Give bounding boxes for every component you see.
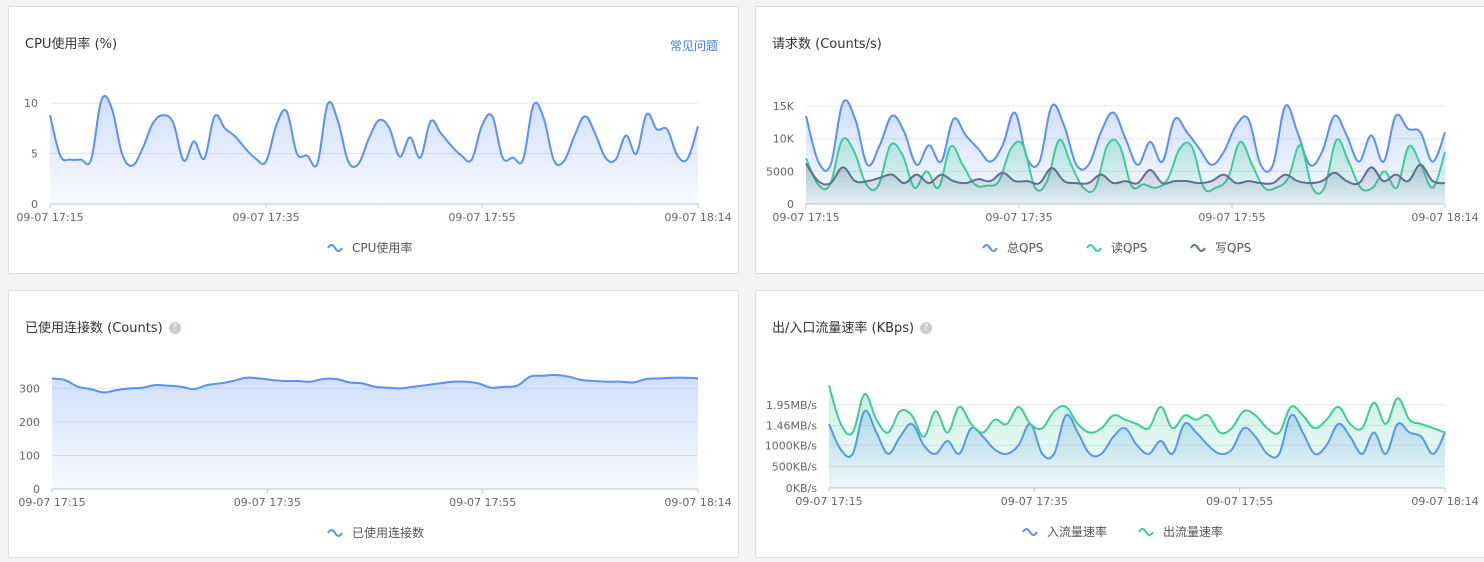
y-tick-label: 1.46MB/s <box>766 420 817 433</box>
x-tick-label: 09-07 17:35 <box>234 496 301 509</box>
y-tick-label: 0 <box>787 198 794 211</box>
y-tick-label: 10K <box>773 133 795 146</box>
legend-label: 读QPS <box>1111 241 1147 255</box>
legend-label: CPU使用率 <box>352 240 412 255</box>
legend-swatch-icon <box>1022 528 1038 536</box>
x-tick-label: 09-07 17:15 <box>18 496 85 509</box>
x-tick-label: 09-07 17:55 <box>448 211 515 224</box>
x-tick-label: 09-07 17:35 <box>232 211 299 224</box>
traffic-chart: 0KB/s 500KB/s 1000KB/s 1.46MB/s 1.95MB/s 09-0… <box>765 385 1479 539</box>
connections-panel: 已使用连接数 (Counts)? 0 100 200 300 09-07 17:15 09… <box>8 290 739 558</box>
x-tick-label: 09-07 17:35 <box>985 211 1052 224</box>
legend-swatch-icon <box>982 244 998 252</box>
y-tick-label: 0 <box>31 198 38 211</box>
legend-label: 入流量速率 <box>1047 524 1107 539</box>
legend-swatch-icon <box>327 244 343 252</box>
cpu-usage-chart: 0 5 10 09-07 17:15 09-07 17:35 09-07 17:55 09-… <box>16 95 732 255</box>
y-tick-label: 15K <box>773 100 795 113</box>
x-tick-label: 09-07 18:14 <box>1411 495 1478 508</box>
legend-label: 已使用连接数 <box>352 525 424 540</box>
legend-swatch-icon <box>1190 244 1206 252</box>
legend-label: 写QPS <box>1215 241 1251 255</box>
connections-chart: 0 100 200 300 09-07 17:15 09-07 17:35 09-07 17… <box>18 373 732 540</box>
y-tick-label: 300 <box>19 382 40 395</box>
x-tick-label: 09-07 17:35 <box>1001 495 1068 508</box>
traffic-panel: 出/入口流量速率 (KBps)? 0KB/s 500KB/s 1000KB/s 1.4… <box>755 290 1484 558</box>
x-tick-label: 09-07 17:55 <box>1198 211 1265 224</box>
x-tick-label: 09-07 17:55 <box>449 496 516 509</box>
legend-item: 读QPS <box>1086 241 1147 255</box>
x-tick-label: 09-07 17:55 <box>1206 495 1273 508</box>
cpu-usage-panel: CPU使用率 (%) 常见问题 0 5 10 09-07 17:15 09-07 17:… <box>8 6 739 274</box>
request-count-chart: 0 5000 10K 15K 09-07 17:15 09-07 17:35 09-07 1… <box>766 99 1479 255</box>
x-tick-label: 09-07 18:14 <box>1411 211 1478 224</box>
y-tick-label: 5000 <box>766 165 794 178</box>
x-tick-label: 09-07 18:14 <box>664 211 731 224</box>
legend-item: 出流量速率 <box>1138 524 1223 539</box>
x-tick-label: 09-07 17:15 <box>772 211 839 224</box>
y-tick-label: 0 <box>33 483 40 496</box>
x-tick-label: 09-07 17:15 <box>795 495 862 508</box>
legend-swatch-icon <box>1138 528 1154 536</box>
request-count-panel: 请求数 (Counts/s) 0 5000 10K 15K 09-07 17:15 09-… <box>755 6 1484 274</box>
x-tick-label: 09-07 18:14 <box>664 496 731 509</box>
y-tick-label: 10 <box>24 97 38 110</box>
legend-item: 入流量速率 <box>1022 524 1107 539</box>
x-tick-label: 09-07 17:15 <box>16 211 83 224</box>
y-tick-label: 200 <box>19 416 40 429</box>
y-tick-label: 1.95MB/s <box>766 399 817 412</box>
y-tick-label: 0KB/s <box>786 482 817 495</box>
legend-label: 总QPS <box>1007 241 1043 255</box>
y-tick-label: 1000KB/s <box>765 439 817 452</box>
y-tick-label: 100 <box>19 449 40 462</box>
y-tick-label: 5 <box>31 148 38 161</box>
legend-swatch-icon <box>327 529 343 537</box>
series-area <box>52 374 698 489</box>
legend-label: 出流量速率 <box>1163 524 1223 539</box>
legend-swatch-icon <box>1086 244 1102 252</box>
legend-item: 写QPS <box>1190 241 1251 255</box>
y-tick-label: 500KB/s <box>772 461 817 474</box>
legend-item: 总QPS <box>982 241 1043 255</box>
legend-item: CPU使用率 <box>327 240 412 255</box>
legend-item: 已使用连接数 <box>327 525 424 540</box>
